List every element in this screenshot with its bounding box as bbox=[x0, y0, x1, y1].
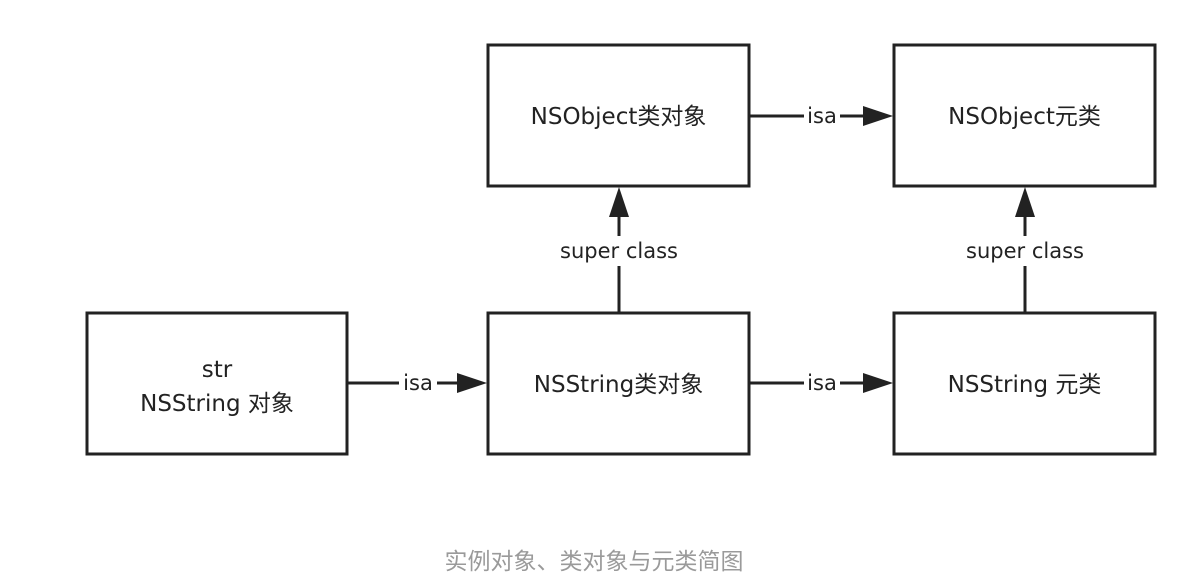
node-str-instance-line1: str bbox=[202, 357, 233, 383]
node-nsobject-meta: NSObject元类 bbox=[892, 43, 1157, 188]
edge-isa-str: isa bbox=[347, 370, 487, 396]
node-nsstring-meta-label: NSString 元类 bbox=[948, 372, 1102, 398]
node-nsstring-class: NSString类对象 bbox=[486, 311, 751, 456]
edge-isa-str-arrowhead bbox=[457, 373, 487, 393]
edge-isa-str-label: isa bbox=[403, 371, 433, 395]
node-str-instance: str NSString 对象 bbox=[85, 311, 349, 456]
edge-isa-nsstring-label: isa bbox=[807, 371, 837, 395]
node-nsstring-class-label: NSString类对象 bbox=[534, 372, 703, 398]
edge-superclass-class-label: super class bbox=[560, 239, 678, 263]
edge-isa-nsstring: isa bbox=[749, 370, 893, 396]
edge-superclass-meta-arrowhead bbox=[1015, 187, 1035, 217]
node-nsobject-class-label: NSObject类对象 bbox=[531, 104, 707, 130]
diagram-caption: 实例对象、类对象与元类简图 bbox=[444, 549, 744, 575]
node-nsobject-meta-label: NSObject元类 bbox=[948, 104, 1101, 130]
edge-superclass-meta: super class bbox=[953, 187, 1097, 313]
edge-isa-nsobject-label: isa bbox=[807, 104, 837, 128]
class-diagram: NSObject类对象 NSObject元类 str NSString 对象 N… bbox=[85, 43, 1157, 456]
edge-isa-nsstring-arrowhead bbox=[863, 373, 893, 393]
node-nsstring-meta: NSString 元类 bbox=[892, 311, 1157, 456]
edge-isa-nsobject-arrowhead bbox=[863, 106, 893, 126]
edge-isa-nsobject: isa bbox=[749, 103, 893, 129]
edge-superclass-class: super class bbox=[547, 187, 691, 313]
node-nsobject-class: NSObject类对象 bbox=[486, 43, 751, 188]
edge-superclass-meta-label: super class bbox=[966, 239, 1084, 263]
edge-superclass-class-arrowhead bbox=[609, 187, 629, 217]
node-str-instance-line2: NSString 对象 bbox=[140, 391, 294, 417]
node-str-instance-box bbox=[85, 311, 349, 456]
